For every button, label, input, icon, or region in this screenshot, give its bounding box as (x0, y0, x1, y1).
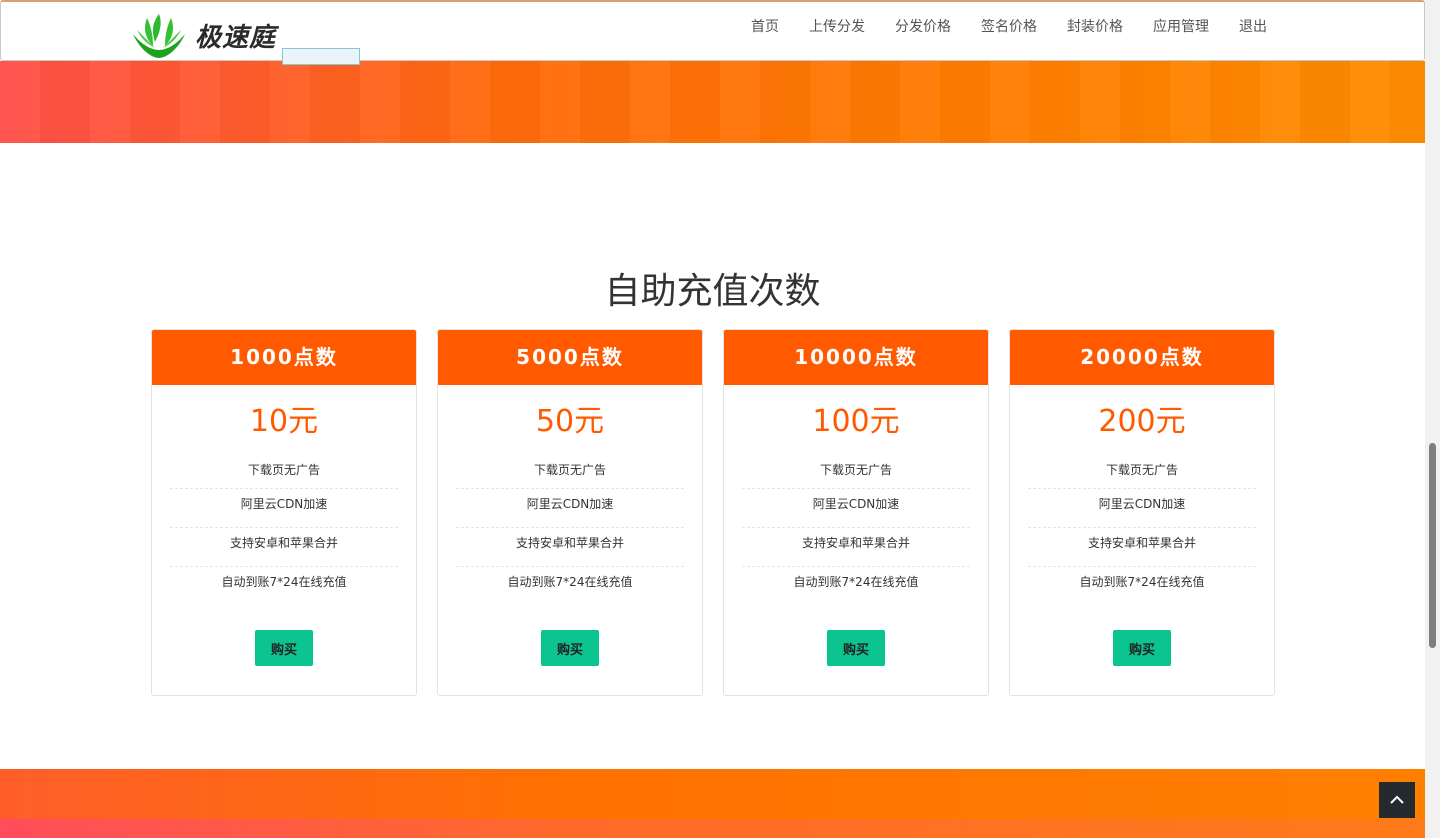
plan-price: 50元 (535, 404, 605, 439)
feature-list: 下载页无广告 阿里云CDN加速 支持安卓和苹果合并 自动到账7*24在线充值 (456, 459, 684, 606)
back-to-top-button[interactable] (1379, 782, 1415, 818)
page-viewport: 极速庭 首页 上传分发 分发价格 签名价格 封装价格 应用管理 退出 自助充值次… (0, 0, 1425, 838)
pricing-card: 5000点数 50元 下载页无广告 阿里云CDN加速 支持安卓和苹果合并 自动到… (437, 329, 703, 696)
pricing-card: 10000点数 100元 下载页无广告 阿里云CDN加速 支持安卓和苹果合并 自… (723, 329, 989, 696)
feature-list: 下载页无广告 阿里云CDN加速 支持安卓和苹果合并 自动到账7*24在线充值 (1028, 459, 1256, 606)
pricing-cards: 1000点数 10元 下载页无广告 阿里云CDN加速 支持安卓和苹果合并 自动到… (151, 329, 1275, 696)
feature-list: 下载页无广告 阿里云CDN加速 支持安卓和苹果合并 自动到账7*24在线充值 (170, 459, 398, 606)
leaf-hands-icon (133, 14, 185, 58)
nav-item-home[interactable]: 首页 (736, 18, 794, 36)
buy-button[interactable]: 购买 (1113, 630, 1171, 666)
nav-item-distribution-price[interactable]: 分发价格 (880, 18, 966, 36)
nav-item-app-management[interactable]: 应用管理 (1138, 18, 1224, 36)
page-scrollbar[interactable] (1425, 0, 1440, 838)
feature-item: 下载页无广告 (170, 459, 398, 489)
plan-price: 100元 (812, 404, 900, 439)
plan-price: 200元 (1098, 404, 1186, 439)
feature-list: 下载页无广告 阿里云CDN加速 支持安卓和苹果合并 自动到账7*24在线充值 (742, 459, 970, 606)
scrollbar-thumb[interactable] (1429, 443, 1436, 648)
plan-name: 20000点数 (1010, 330, 1274, 385)
feature-item: 阿里云CDN加速 (456, 489, 684, 528)
feature-item: 下载页无广告 (1028, 459, 1256, 489)
logo-tag-overlay (282, 48, 360, 65)
main-nav: 首页 上传分发 分发价格 签名价格 封装价格 应用管理 退出 (736, 18, 1282, 36)
feature-item: 自动到账7*24在线充值 (1079, 575, 1205, 589)
site-logo[interactable]: 极速庭 (129, 8, 279, 60)
feature-item: 阿里云CDN加速 (1028, 489, 1256, 528)
feature-item: 支持安卓和苹果合并 (170, 528, 398, 567)
plan-name: 10000点数 (724, 330, 988, 385)
buy-button[interactable]: 购买 (827, 630, 885, 666)
nav-item-upload[interactable]: 上传分发 (794, 18, 880, 36)
chevron-up-icon (1390, 795, 1404, 804)
hero-texture (0, 61, 1425, 143)
hero-banner (0, 61, 1425, 143)
feature-item: 自动到账7*24在线充值 (793, 575, 919, 589)
nav-item-logout[interactable]: 退出 (1224, 18, 1282, 36)
pricing-card: 20000点数 200元 下载页无广告 阿里云CDN加速 支持安卓和苹果合并 自… (1009, 329, 1275, 696)
feature-item: 阿里云CDN加速 (170, 489, 398, 528)
nav-item-signing-price[interactable]: 签名价格 (966, 18, 1052, 36)
feature-item: 自动到账7*24在线充值 (507, 575, 633, 589)
feature-item: 支持安卓和苹果合并 (456, 528, 684, 567)
pricing-card: 1000点数 10元 下载页无广告 阿里云CDN加速 支持安卓和苹果合并 自动到… (151, 329, 417, 696)
nav-item-packaging-price[interactable]: 封装价格 (1052, 18, 1138, 36)
site-header: 极速庭 首页 上传分发 分发价格 签名价格 封装价格 应用管理 退出 (0, 0, 1425, 61)
feature-item: 支持安卓和苹果合并 (742, 528, 970, 567)
feature-item: 下载页无广告 (742, 459, 970, 489)
logo-text: 极速庭 (195, 23, 277, 53)
plan-name: 1000点数 (152, 330, 416, 385)
footer-banner (0, 769, 1425, 838)
buy-button[interactable]: 购买 (541, 630, 599, 666)
section-title: 自助充值次数 (604, 270, 821, 312)
feature-item: 下载页无广告 (456, 459, 684, 489)
feature-item: 阿里云CDN加速 (742, 489, 970, 528)
plan-price: 10元 (249, 404, 319, 439)
feature-item: 自动到账7*24在线充值 (221, 575, 347, 589)
buy-button[interactable]: 购买 (255, 630, 313, 666)
feature-item: 支持安卓和苹果合并 (1028, 528, 1256, 567)
plan-name: 5000点数 (438, 330, 702, 385)
